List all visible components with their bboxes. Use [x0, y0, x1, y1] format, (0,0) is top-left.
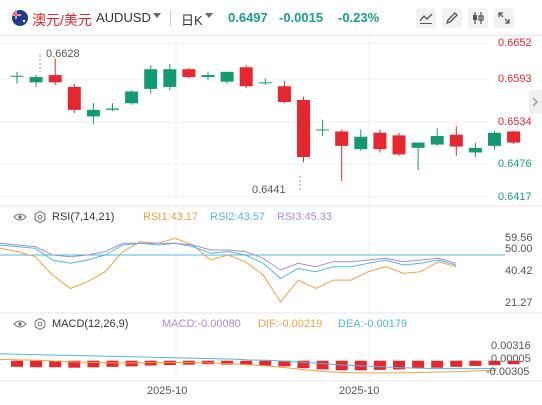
macd-header: MACD(12,26,9) MACD:-0.00080 DIF:-0.00219…: [0, 315, 542, 333]
time-axis-label: 2025-10: [147, 385, 188, 397]
price-axis-label: 0.6534: [498, 116, 532, 128]
rsi3-value: RSI3:45.33: [277, 211, 333, 223]
candle-body: [297, 100, 310, 158]
macd-bar: [11, 360, 23, 367]
candle-body: [449, 134, 463, 147]
candle-body: [354, 136, 368, 150]
rsi-axis-label: 21.27: [505, 297, 533, 309]
candle-body: [430, 136, 444, 145]
candle-body: [48, 75, 62, 83]
macd-bar: [412, 360, 425, 369]
candle-body: [258, 82, 272, 84]
macd-bar: [373, 360, 386, 370]
candle-body: [106, 108, 119, 110]
dea-value: DEA:-0.00179: [338, 318, 408, 330]
low-price-label: 0.6441: [252, 184, 286, 196]
eye-icon[interactable]: [13, 319, 27, 329]
rsi-axis-label: 40.42: [505, 265, 533, 277]
rsi-header: RSI(7,14,21) RSI1:43.17 RSI2:43.57 RSI3:…: [0, 208, 542, 226]
candle-body: [67, 86, 81, 110]
rsi1-value: RSI1:43.17: [143, 211, 199, 223]
candle-body: [163, 69, 177, 87]
rsi-series-line: [0, 242, 457, 280]
candle-body: [488, 132, 501, 146]
rsi-axis-label: 50.00: [505, 243, 533, 255]
gear-icon[interactable]: [34, 211, 46, 223]
macd-bar: [316, 360, 329, 370]
macd-bar: [106, 360, 119, 367]
price-axis-label: 0.6593: [498, 73, 532, 85]
candle-body: [86, 109, 100, 117]
candle-body: [392, 135, 406, 155]
macd-bar: [431, 360, 444, 368]
candle-body: [182, 69, 196, 78]
macd-bar: [469, 360, 482, 366]
macd-bar: [125, 360, 138, 367]
price-axis-label: 0.6417: [498, 191, 532, 203]
candle-body: [507, 131, 521, 143]
macd-bar: [450, 360, 463, 367]
candle-body: [201, 75, 215, 78]
price-axis-label: 0.6476: [498, 158, 532, 170]
candle-body: [239, 67, 253, 87]
rsi2-value: RSI2:43.57: [210, 211, 266, 223]
macd-axis-label: 0.00005: [491, 353, 531, 365]
candle-body: [277, 86, 291, 102]
rsi-title: RSI(7,14,21): [52, 211, 115, 223]
chevron-right-icon: [532, 97, 538, 107]
scroll-right-button[interactable]: [529, 90, 542, 114]
macd-bar: [30, 360, 43, 368]
gear-icon[interactable]: [34, 318, 46, 330]
candle-body: [373, 132, 387, 150]
macd-value: MACD:-0.00080: [162, 318, 241, 330]
rsi-series-line: [0, 242, 457, 271]
candle-body: [144, 69, 158, 89]
time-axis-label: 2025-10: [339, 385, 380, 397]
chart-canvas[interactable]: [0, 0, 542, 405]
macd-bar: [259, 360, 272, 366]
candle-body: [335, 131, 349, 146]
candle-body: [220, 71, 234, 82]
rsi-series-line: [0, 237, 457, 303]
high-price-label: 0.6628: [46, 48, 80, 60]
price-axis-label: 0.6652: [498, 37, 532, 49]
eye-icon[interactable]: [13, 212, 27, 222]
candle-body: [10, 75, 24, 77]
candle-body: [316, 129, 330, 131]
macd-axis-label: -0.00305: [486, 366, 530, 378]
candle-body: [125, 91, 139, 104]
macd-title: MACD(12,26,9): [52, 318, 129, 330]
macd-bar: [87, 360, 100, 368]
chart-app: 澳元/美元 AUDUSD 日K 0.6497 -0.0015 -0.23% 0.…: [0, 0, 542, 405]
candle-body: [411, 142, 425, 148]
dif-value: DIF:-0.00219: [258, 318, 323, 330]
macd-axis-label: 0.00316: [491, 340, 531, 352]
candle-body: [468, 147, 482, 153]
candle-body: [29, 77, 43, 83]
